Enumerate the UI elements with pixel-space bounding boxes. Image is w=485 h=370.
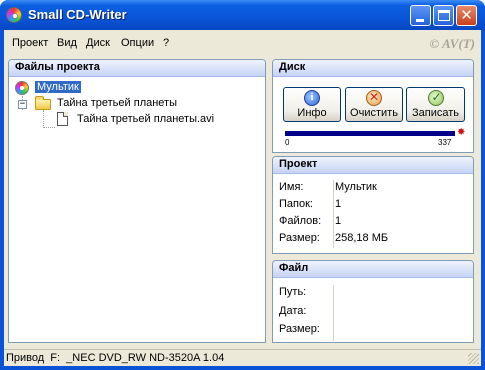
menu-bar: Проект Вид Диск Опции ? © AV(T) [4,30,481,56]
prop-key: Путь: [279,286,307,298]
menu-disk[interactable]: Диск [86,37,110,49]
progress-max-label: 337 [438,138,452,147]
clear-icon [366,90,382,106]
prop-key: Файлов: [279,215,322,227]
tree-connector [43,110,44,128]
progress-min-label: 0 [285,138,290,147]
tree-node-label: Мультик [35,81,81,93]
info-button-label: Инфо [297,107,327,119]
info-button[interactable]: i Инфо [283,87,341,122]
cd-icon [15,81,29,95]
prop-row-date: Дата: [279,304,469,320]
tree-node-folder[interactable]: − Тайна третьей планеты [15,96,255,112]
project-files-panel: Файлы проекта Мультик − Тайна третьей пл… [8,59,266,343]
prop-key: Размер: [279,232,320,244]
disk-usage-fill [285,131,455,136]
disk-header: Диск [273,60,473,77]
menu-project[interactable]: Проект [12,37,48,49]
prop-key: Папок: [279,198,313,210]
prop-value: 258,18 МБ [335,232,389,244]
tree-node-label: Тайна третьей планеты.avi [77,113,215,125]
prop-row-size: Размер: 258,18 МБ [279,231,469,247]
collapse-icon[interactable]: − [18,100,27,109]
window-title: Small CD-Writer [28,7,127,22]
limit-marker-icon: ✸ [457,127,466,138]
close-icon: ✕ [460,6,473,24]
file-info-header: Файл [273,261,473,278]
prop-key: Размер: [279,323,320,335]
maximize-icon [438,10,450,21]
prop-key: Имя: [279,181,304,193]
app-window: Small CD-Writer ✕ Проект Вид Диск Опции … [0,0,485,370]
menu-options[interactable]: Опции [121,37,154,49]
info-icon: i [304,90,320,106]
tree-node-project[interactable]: Мультик [15,80,215,96]
write-button[interactable]: Записать [406,87,465,122]
project-info-header: Проект [273,157,473,174]
minimize-button[interactable] [410,5,431,26]
file-info-panel: Файл Путь: Дата: Размер: [272,260,474,343]
resize-grip-icon[interactable] [468,353,479,364]
disk-usage-bar [285,131,455,136]
file-tree[interactable]: Мультик − Тайна третьей планеты Тайна тр… [15,80,265,340]
tree-node-label: Тайна третьей планеты [57,97,177,109]
copyright-text: © AV(T) [429,36,475,51]
prop-row-path: Путь: [279,285,469,301]
title-bar[interactable]: Small CD-Writer ✕ [0,0,485,30]
disk-panel: Диск i Инфо Очистить Записать ✸ 0 337 [272,59,474,153]
prop-row-name: Имя: Мультик [279,180,469,196]
client-area: Проект Вид Диск Опции ? © AV(T) Файлы пр… [4,30,481,366]
project-files-header: Файлы проекта [9,60,265,77]
write-icon [427,90,444,106]
status-bar: Привод F: _NEC DVD_RW ND-3520A 1.04 [4,349,481,366]
cd-app-icon[interactable] [6,7,22,23]
clear-button[interactable]: Очистить [345,87,403,122]
prop-row-file-size: Размер: [279,322,469,338]
project-info-panel: Проект Имя: Мультик Папок: 1 Файлов: 1 Р… [272,156,474,254]
tree-connector [43,127,55,128]
prop-row-folders: Папок: 1 [279,197,469,213]
write-button-label: Записать [411,107,459,119]
menu-view[interactable]: Вид [57,37,77,49]
maximize-button[interactable] [433,5,454,26]
prop-key: Дата: [279,305,307,317]
file-icon [57,112,68,126]
prop-row-files: Файлов: 1 [279,214,469,230]
prop-value: 1 [335,215,342,227]
prop-value: 1 [335,198,342,210]
minimize-icon [416,19,424,22]
prop-value: Мультик [335,181,377,193]
drive-status: Привод F: _NEC DVD_RW ND-3520A 1.04 [6,352,225,364]
menu-help[interactable]: ? [163,37,169,49]
folder-icon [35,96,51,110]
close-button[interactable]: ✕ [456,5,477,26]
clear-button-label: Очистить [350,107,398,119]
tree-node-file[interactable]: Тайна третьей планеты.avi [55,112,265,128]
